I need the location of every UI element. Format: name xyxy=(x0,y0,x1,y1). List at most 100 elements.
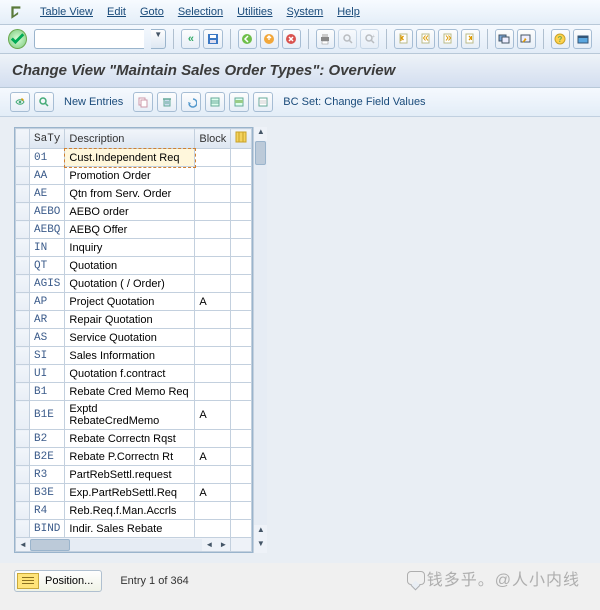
cell-description[interactable]: AEBO order xyxy=(65,203,195,221)
table-row[interactable]: UIQuotation f.contract xyxy=(16,365,252,383)
row-selector[interactable] xyxy=(16,401,30,430)
cell-saty[interactable]: QT xyxy=(30,257,65,275)
cell-saty[interactable]: B1 xyxy=(30,383,65,401)
copy-icon[interactable] xyxy=(133,92,153,112)
row-selector[interactable] xyxy=(16,149,30,167)
window-menu-icon[interactable] xyxy=(8,4,26,20)
cell-block[interactable] xyxy=(195,221,231,239)
help-icon[interactable]: ? xyxy=(551,29,570,49)
row-selector[interactable] xyxy=(16,239,30,257)
table-row[interactable]: R3PartRebSettl.request xyxy=(16,466,252,484)
menu-goto[interactable]: Goto xyxy=(134,4,170,20)
row-selector[interactable] xyxy=(16,365,30,383)
select-block-icon[interactable] xyxy=(229,92,249,112)
cell-saty[interactable]: IN xyxy=(30,239,65,257)
command-field[interactable] xyxy=(34,29,144,49)
cell-saty[interactable]: AA xyxy=(30,167,65,185)
row-selector[interactable] xyxy=(16,448,30,466)
cell-saty[interactable]: B1E xyxy=(30,401,65,430)
cell-saty[interactable]: AR xyxy=(30,311,65,329)
table-row[interactable]: AEQtn from Serv. Order xyxy=(16,185,252,203)
row-selector[interactable] xyxy=(16,466,30,484)
print-icon[interactable] xyxy=(316,29,335,49)
row-selector[interactable] xyxy=(16,502,30,520)
cell-block[interactable] xyxy=(195,383,231,401)
table-row[interactable]: ASService Quotation xyxy=(16,329,252,347)
row-selector[interactable] xyxy=(16,520,30,538)
back-icon[interactable] xyxy=(238,29,257,49)
cell-block[interactable]: A xyxy=(195,448,231,466)
row-selector[interactable] xyxy=(16,329,30,347)
position-button[interactable]: Position... xyxy=(14,570,102,592)
table-row[interactable]: APProject QuotationA xyxy=(16,293,252,311)
cell-block[interactable] xyxy=(195,239,231,257)
cell-block[interactable] xyxy=(195,149,231,167)
last-page-icon[interactable] xyxy=(461,29,480,49)
cell-description[interactable]: Project Quotation xyxy=(65,293,195,311)
bcset-button[interactable]: BC Set: Change Field Values xyxy=(277,94,431,110)
row-selector[interactable] xyxy=(16,221,30,239)
row-selector[interactable] xyxy=(16,167,30,185)
cell-block[interactable] xyxy=(195,365,231,383)
menu-table-view[interactable]: Table View xyxy=(34,4,99,20)
table-row[interactable]: R4Reb.Req.f.Man.Accrls xyxy=(16,502,252,520)
cell-description[interactable]: Rebate Correctn Rqst xyxy=(65,430,195,448)
table-row[interactable]: AGISQuotation ( / Order) xyxy=(16,275,252,293)
menu-selection[interactable]: Selection xyxy=(172,4,229,20)
table-row[interactable]: 01Cust.Independent Req xyxy=(16,149,252,167)
table-row[interactable]: AEBQAEBQ Offer xyxy=(16,221,252,239)
selector-header[interactable] xyxy=(16,129,30,149)
cell-saty[interactable]: R3 xyxy=(30,466,65,484)
exit-icon[interactable] xyxy=(260,29,279,49)
layout-icon[interactable] xyxy=(573,29,592,49)
find-next-icon[interactable]: + xyxy=(360,29,379,49)
row-selector[interactable] xyxy=(16,430,30,448)
configure-columns-icon[interactable] xyxy=(231,129,252,149)
cell-block[interactable]: A xyxy=(195,401,231,430)
prev-page-icon[interactable] xyxy=(416,29,435,49)
cell-saty[interactable]: AP xyxy=(30,293,65,311)
cell-description[interactable]: Promotion Order xyxy=(65,167,195,185)
cell-saty[interactable]: AEBO xyxy=(30,203,65,221)
details-icon[interactable] xyxy=(34,92,54,112)
cell-description[interactable]: Repair Quotation xyxy=(65,311,195,329)
table-row[interactable]: B1EExptd RebateCredMemoA xyxy=(16,401,252,430)
cell-saty[interactable]: R4 xyxy=(30,502,65,520)
cell-saty[interactable]: UI xyxy=(30,365,65,383)
row-selector[interactable] xyxy=(16,275,30,293)
cell-description[interactable]: Cust.Independent Req xyxy=(65,149,195,167)
table-row[interactable]: AAPromotion Order xyxy=(16,167,252,185)
row-selector[interactable] xyxy=(16,484,30,502)
table-row[interactable]: ARRepair Quotation xyxy=(16,311,252,329)
menu-help[interactable]: Help xyxy=(331,4,366,20)
cell-description[interactable]: Service Quotation xyxy=(65,329,195,347)
select-all-icon[interactable] xyxy=(205,92,225,112)
horizontal-scrollbar[interactable]: ◄ ◄ ► xyxy=(16,538,252,552)
cell-description[interactable]: Indir. Sales Rebate xyxy=(65,520,195,538)
save-icon[interactable] xyxy=(203,29,222,49)
next-page-icon[interactable] xyxy=(438,29,457,49)
cell-saty[interactable]: B2 xyxy=(30,430,65,448)
table-row[interactable]: B2ERebate P.Correctn RtA xyxy=(16,448,252,466)
row-selector[interactable] xyxy=(16,203,30,221)
col-header-saty[interactable]: SaTy xyxy=(30,129,65,149)
table-row[interactable]: B1Rebate Cred Memo Req xyxy=(16,383,252,401)
cell-saty[interactable]: B2E xyxy=(30,448,65,466)
deselect-all-icon[interactable] xyxy=(253,92,273,112)
cell-description[interactable]: Qtn from Serv. Order xyxy=(65,185,195,203)
col-header-block[interactable]: Block xyxy=(195,129,231,149)
cell-saty[interactable]: AGIS xyxy=(30,275,65,293)
table-row[interactable]: INInquiry xyxy=(16,239,252,257)
table-row[interactable]: B2Rebate Correctn Rqst xyxy=(16,430,252,448)
cell-block[interactable] xyxy=(195,275,231,293)
col-header-description[interactable]: Description xyxy=(65,129,195,149)
cell-block[interactable] xyxy=(195,347,231,365)
table-row[interactable]: BINDIndir. Sales Rebate xyxy=(16,520,252,538)
cell-description[interactable]: Quotation ( / Order) xyxy=(65,275,195,293)
cell-block[interactable] xyxy=(195,502,231,520)
cancel-icon[interactable] xyxy=(282,29,301,49)
row-selector[interactable] xyxy=(16,383,30,401)
first-page-icon[interactable] xyxy=(394,29,413,49)
cell-block[interactable] xyxy=(195,329,231,347)
row-selector[interactable] xyxy=(16,311,30,329)
